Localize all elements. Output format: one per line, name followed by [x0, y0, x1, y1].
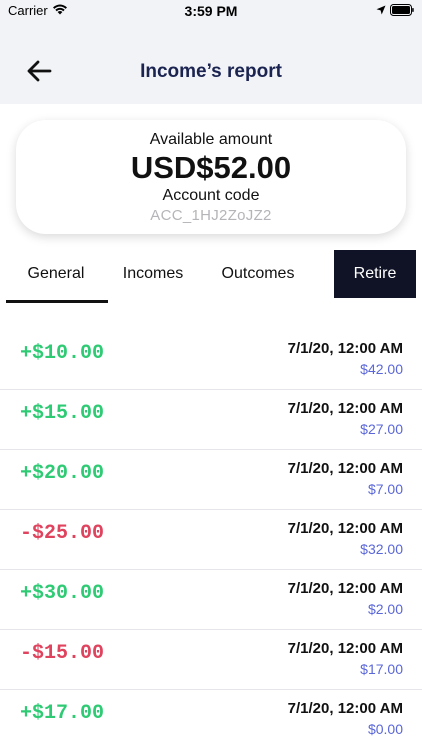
transaction-amount: +$10.00: [20, 342, 105, 365]
transaction-amount: +$30.00: [20, 582, 105, 605]
tab-incomes[interactable]: Incomes: [110, 250, 196, 298]
transaction-amount: +$15.00: [20, 402, 105, 425]
tab-active-indicator: [6, 300, 108, 303]
transaction-row[interactable]: -$25.00 7/1/20, 12:00 AM $32.00: [0, 510, 422, 570]
transaction-amount: -$25.00: [20, 522, 105, 545]
balance-card: Available amount USD$52.00 Account code …: [16, 120, 406, 234]
account-code-value: ACC_1HJ2ZoJZ2: [150, 207, 272, 224]
transaction-balance: $2.00: [367, 601, 403, 617]
available-amount-label: Available amount: [149, 131, 273, 148]
transaction-date: 7/1/20, 12:00 AM: [287, 580, 403, 597]
transaction-row[interactable]: +$20.00 7/1/20, 12:00 AM $7.00: [0, 450, 422, 510]
transaction-balance: $27.00: [360, 421, 403, 437]
transaction-date: 7/1/20, 12:00 AM: [287, 640, 403, 657]
page-title: Income’s report: [140, 61, 282, 82]
transaction-amount: +$17.00: [20, 702, 105, 725]
transaction-balance: $7.00: [367, 481, 403, 497]
transaction-list: +$10.00 7/1/20, 12:00 AM $42.00 +$15.00 …: [0, 330, 422, 749]
transaction-balance: $17.00: [360, 661, 403, 677]
retire-button[interactable]: Retire: [334, 250, 416, 298]
transaction-date: 7/1/20, 12:00 AM: [287, 460, 403, 477]
nav-bar: Income’s report: [0, 22, 422, 104]
account-code-label: Account code: [162, 187, 260, 204]
transaction-amount: -$15.00: [20, 642, 105, 665]
transaction-balance: $42.00: [360, 361, 403, 377]
location-arrow-icon: [376, 5, 386, 15]
transaction-row[interactable]: -$15.00 7/1/20, 12:00 AM $17.00: [0, 630, 422, 690]
transaction-balance: $32.00: [360, 541, 403, 557]
status-time: 3:59 PM: [184, 3, 238, 19]
transaction-date: 7/1/20, 12:00 AM: [287, 700, 403, 717]
battery-icon: [390, 4, 414, 16]
transaction-date: 7/1/20, 12:00 AM: [287, 520, 403, 537]
tab-outcomes[interactable]: Outcomes: [210, 250, 306, 298]
transaction-row[interactable]: +$30.00 7/1/20, 12:00 AM $2.00: [0, 570, 422, 630]
status-bar: Carrier 3:59 PM: [0, 0, 422, 22]
transaction-balance: $0.00: [367, 721, 403, 737]
transaction-row[interactable]: +$15.00 7/1/20, 12:00 AM $27.00: [0, 390, 422, 450]
transaction-row[interactable]: +$10.00 7/1/20, 12:00 AM $42.00: [0, 330, 422, 390]
tab-general[interactable]: General: [6, 250, 106, 298]
tab-bar: General Incomes Outcomes Retire: [0, 250, 422, 303]
transaction-row[interactable]: +$17.00 7/1/20, 12:00 AM $0.00: [0, 690, 422, 749]
transaction-date: 7/1/20, 12:00 AM: [287, 400, 403, 417]
available-amount-value: USD$52.00: [130, 150, 292, 185]
transaction-amount: +$20.00: [20, 462, 105, 485]
transaction-date: 7/1/20, 12:00 AM: [287, 340, 403, 357]
